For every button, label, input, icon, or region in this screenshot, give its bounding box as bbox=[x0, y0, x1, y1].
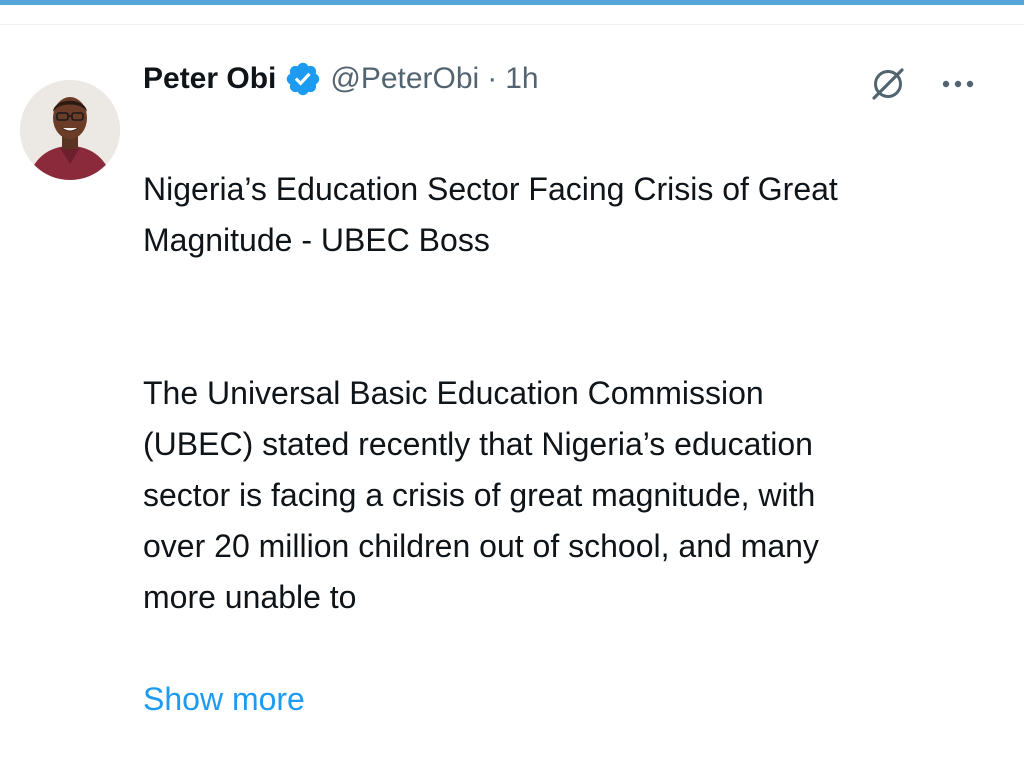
avatar-photo bbox=[20, 80, 120, 180]
tweet-timestamp[interactable]: 1h bbox=[505, 62, 538, 96]
verified-badge-icon[interactable] bbox=[284, 60, 322, 98]
more-options-icon[interactable] bbox=[936, 65, 980, 101]
author-handle[interactable]: @PeterObi bbox=[330, 62, 479, 96]
grok-icon[interactable] bbox=[868, 63, 908, 103]
tweet[interactable]: Peter Obi @PeterObi · 1h Nigeria’s Educa… bbox=[0, 25, 1024, 717]
top-accent-bar bbox=[0, 0, 1024, 5]
separator-dot: · bbox=[487, 62, 498, 95]
tweet-body: The Universal Basic Education Commission… bbox=[143, 375, 819, 615]
show-more-link[interactable]: Show more bbox=[143, 674, 1003, 725]
tweet-header: Peter Obi @PeterObi · 1h bbox=[143, 59, 539, 99]
tweet-text: Nigeria’s Education Sector Facing Crisis… bbox=[143, 113, 1003, 776]
tweet-headline: Nigeria’s Education Sector Facing Crisis… bbox=[143, 171, 838, 258]
avatar[interactable] bbox=[20, 80, 120, 180]
author-display-name[interactable]: Peter Obi bbox=[143, 62, 276, 96]
